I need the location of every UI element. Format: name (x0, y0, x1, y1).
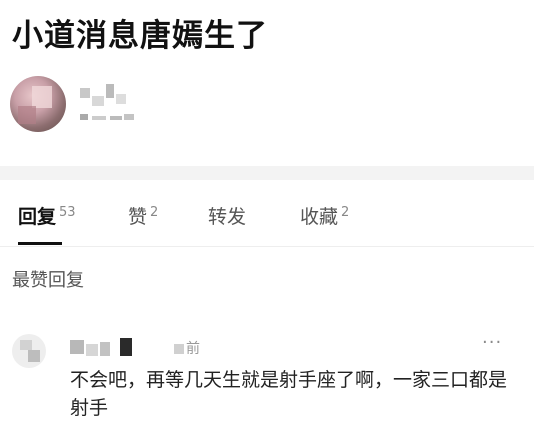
tab-replies-label: 回复 (18, 206, 57, 228)
commenter-avatar[interactable] (12, 334, 46, 368)
comment-time: 前 (174, 338, 200, 358)
tab-likes[interactable]: 赞2 (128, 202, 158, 229)
tab-likes-label: 赞 (128, 206, 148, 228)
comment-text: 不会吧，再等几天生就是射手座了啊，一家三口都是射手 (70, 369, 508, 419)
author-avatar[interactable] (10, 76, 66, 132)
tab-favorites[interactable]: 收藏 2 (300, 202, 349, 229)
tab-replies-count: 53 (59, 204, 76, 220)
tab-favorites-label: 收藏 (300, 206, 339, 228)
tab-replies[interactable]: 回复 53 (18, 202, 76, 229)
time-redacted (174, 344, 184, 354)
tab-likes-count: 2 (150, 204, 159, 220)
tab-reposts[interactable]: 转发 (208, 202, 246, 229)
hot-replies-title: 最赞回复 (12, 270, 84, 291)
tab-bar: 回复 53 赞2 转发 收藏 2 (0, 180, 534, 247)
comment-time-suffix: 前 (186, 341, 200, 357)
author-row[interactable] (10, 76, 210, 136)
post-title: 小道消息唐嫣生了 (12, 18, 268, 54)
tab-favorites-count: 2 (341, 204, 350, 220)
more-options-icon[interactable]: ··· (482, 332, 502, 353)
tab-reposts-label: 转发 (208, 206, 247, 228)
commenter-name-blurred[interactable] (70, 336, 140, 358)
section-divider (0, 166, 534, 180)
active-tab-indicator (18, 242, 62, 245)
